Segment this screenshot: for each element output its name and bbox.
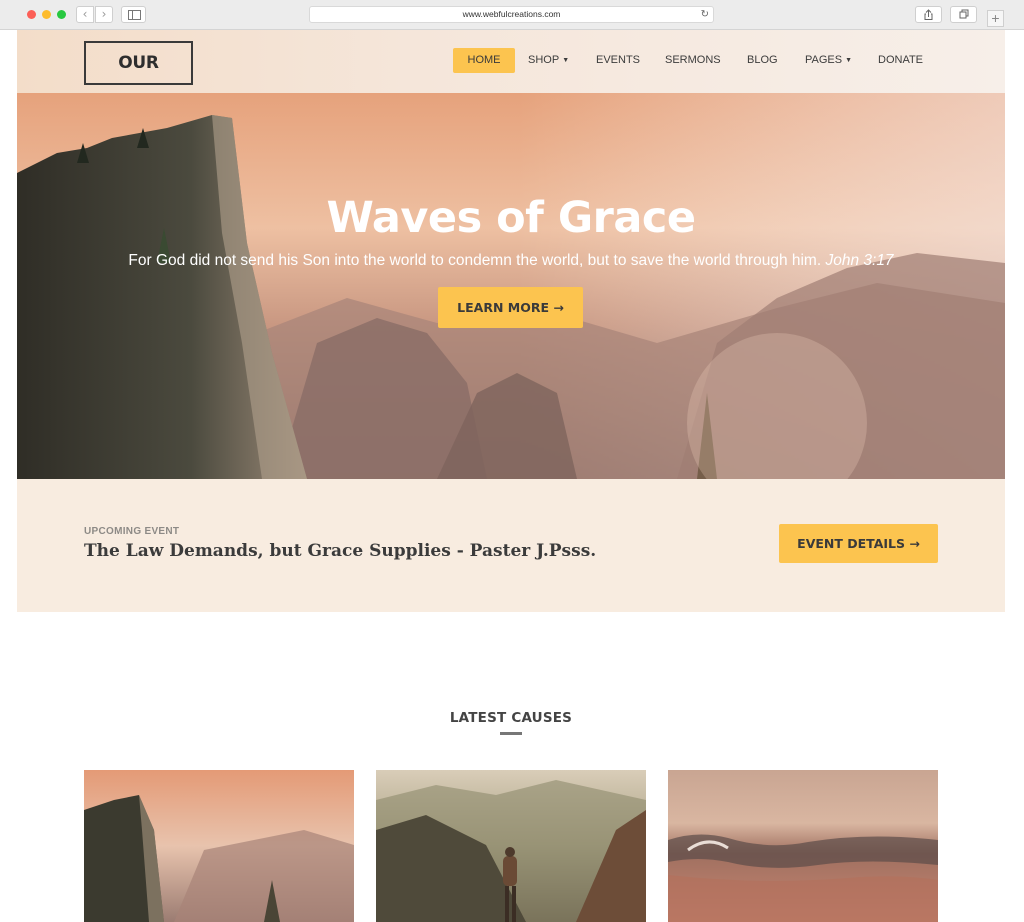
nav-blog[interactable]: BLOG [747, 48, 778, 73]
sidebar-icon [128, 10, 141, 20]
verse-text: For God did not send his Son into the wo… [128, 252, 822, 269]
nav-sermons[interactable]: SERMONS [665, 48, 721, 73]
site-logo[interactable]: OUR CHURCH [84, 41, 193, 113]
upcoming-event-section: UPCOMING EVENT The Law Demands, but Grac… [17, 479, 1005, 612]
latest-causes-heading: LATEST CAUSES [449, 710, 573, 726]
nav-events[interactable]: EVENTS [596, 48, 640, 73]
nav-shop[interactable]: SHOP ▼ [528, 48, 569, 73]
close-window-icon[interactable] [27, 10, 36, 19]
reload-icon[interactable]: ↻ [701, 7, 709, 22]
event-details-button[interactable]: EVENT DETAILS → [779, 524, 938, 563]
share-button[interactable] [915, 6, 942, 23]
hero-title: Waves of Grace [326, 193, 696, 243]
hero-landscape-image [17, 93, 1005, 479]
browser-toolbar: ‹ › www.webfulcreations.com ↻ + [0, 0, 1024, 30]
tab-overview-button[interactable] [950, 6, 977, 23]
tabs-icon [959, 9, 969, 19]
web-page: OUR CHURCH HOME SHOP▼ EVENTS SERMONS BLO… [17, 30, 1005, 922]
nav-donate[interactable]: DONATE [878, 48, 923, 73]
event-kicker: UPCOMING EVENT [84, 526, 180, 537]
sidebar-toggle-button[interactable] [121, 6, 146, 23]
cause-card-image[interactable] [376, 770, 646, 922]
cliff-photo [84, 770, 354, 922]
cause-card-image[interactable] [84, 770, 354, 922]
share-icon [924, 9, 933, 20]
new-tab-button[interactable]: + [987, 10, 1004, 27]
forward-button[interactable]: › [95, 6, 113, 23]
address-bar[interactable]: www.webfulcreations.com ↻ [309, 6, 714, 23]
site-header: OUR CHURCH HOME SHOP▼ EVENTS SERMONS BLO… [17, 30, 1005, 113]
nav-pages-label: PAGES [805, 54, 843, 66]
hero-banner: Waves of Grace For God did not send his … [17, 93, 1005, 479]
url-text: www.webfulcreations.com [462, 9, 561, 19]
hero-verse: For God did not send his Son into the wo… [17, 252, 1005, 270]
back-button[interactable]: ‹ [76, 6, 94, 23]
nav-shop-label: SHOP [528, 54, 560, 66]
nav-home[interactable]: HOME [453, 48, 515, 73]
event-title[interactable]: The Law Demands, but Grace Supplies - Pa… [84, 541, 596, 561]
minimize-window-icon[interactable] [42, 10, 51, 19]
hiker-valley-photo [376, 770, 646, 922]
cause-card-image[interactable] [668, 770, 938, 922]
zoom-window-icon[interactable] [57, 10, 66, 19]
learn-more-button[interactable]: LEARN MORE → [438, 287, 583, 328]
chevron-down-icon: ▼ [845, 57, 853, 64]
chevron-down-icon: ▼ [562, 57, 570, 64]
nav-pages[interactable]: PAGES ▼ [805, 48, 852, 73]
ocean-wave-photo [668, 770, 938, 922]
verse-reference: John 3:17 [825, 252, 894, 269]
heading-divider [500, 732, 522, 735]
